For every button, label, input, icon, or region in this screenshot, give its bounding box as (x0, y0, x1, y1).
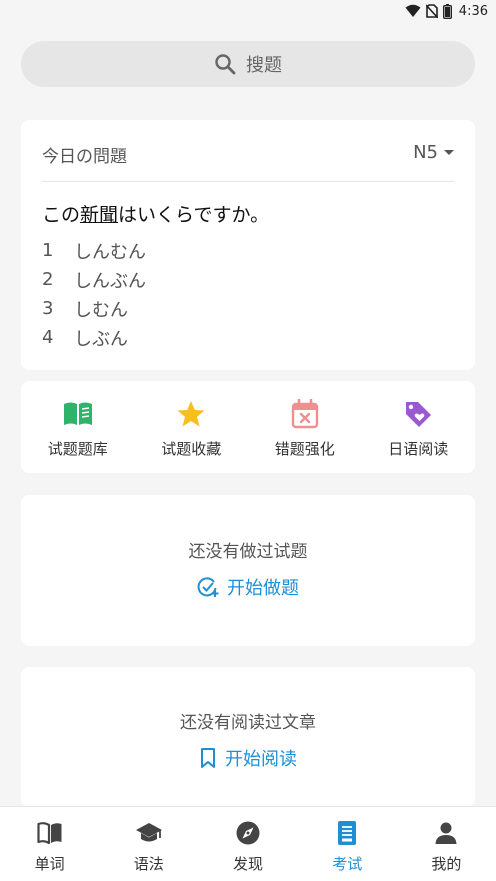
option-number: 1 (42, 240, 54, 261)
option-text: しぶん (74, 328, 128, 350)
nav-label: 发现 (233, 855, 264, 873)
exam-document-icon (338, 821, 357, 845)
start-reading-button[interactable]: 开始阅读 (199, 745, 297, 771)
battery-icon (442, 3, 452, 19)
reading-history-card: 还没有阅读过文章 开始阅读 (21, 667, 475, 807)
start-reading-label: 开始阅读 (225, 749, 297, 770)
nav-label: 语法 (133, 855, 164, 873)
nav-exam[interactable]: 考试 (298, 807, 397, 881)
open-book-icon (63, 402, 92, 425)
shortcut-label: 日语阅读 (388, 440, 449, 458)
answer-option-3[interactable]: 3 しむん (42, 294, 146, 323)
start-practice-button[interactable]: 开始做题 (197, 574, 299, 600)
option-text: しむん (74, 299, 128, 321)
question-header: 今日の問題 N5 (42, 142, 454, 182)
practice-empty-message: 还没有做过试题 (188, 542, 308, 562)
sentence-before: この (42, 204, 81, 226)
option-text: しんむん (74, 241, 146, 263)
reading-empty-message: 还没有阅读过文章 (180, 713, 316, 733)
daily-question-card: 今日の問題 N5 この新聞はいくらですか。 1 しんむん 2 しんぶん 3 しむ… (21, 120, 475, 370)
tag-heart-icon (406, 402, 432, 427)
bottom-navigation: 单词 语法 发现 考试 我的 (0, 806, 496, 881)
level-dropdown[interactable]: N5 (413, 142, 454, 163)
answer-option-4[interactable]: 4 しぶん (42, 323, 146, 352)
nav-vocabulary[interactable]: 单词 (0, 807, 99, 881)
question-sentence: この新聞はいくらですか。 (42, 200, 269, 227)
search-label: 搜题 (246, 55, 282, 76)
option-number: 4 (42, 327, 54, 348)
option-number: 2 (42, 269, 54, 290)
sentence-underlined-word: 新聞 (80, 204, 119, 226)
bookmark-icon (201, 748, 215, 768)
answer-options: 1 しんむん 2 しんぶん 3 しむん 4 しぶん (42, 236, 146, 352)
shortcut-label: 试题题库 (47, 440, 108, 458)
search-bar[interactable]: 搜题 (21, 41, 475, 87)
shortcut-question-bank[interactable]: 试题题库 (21, 381, 135, 473)
question-header-title: 今日の問題 (42, 147, 127, 167)
level-value: N5 (413, 142, 438, 163)
start-practice-label: 开始做题 (227, 578, 299, 599)
dropdown-caret-icon (444, 150, 454, 155)
check-circle-add-icon (197, 577, 219, 597)
star-icon (177, 401, 205, 427)
option-text: しんぶん (74, 270, 146, 292)
book-icon (36, 822, 62, 845)
sentence-after: はいくらですか。 (118, 204, 270, 226)
graduation-cap-icon (135, 823, 162, 842)
practice-history-card: 还没有做过试题 开始做题 (21, 495, 475, 646)
nav-discover[interactable]: 发现 (198, 807, 297, 881)
nav-profile[interactable]: 我的 (397, 807, 496, 881)
nav-label: 单词 (34, 855, 65, 873)
nav-label: 考试 (332, 855, 363, 873)
option-number: 3 (42, 298, 54, 319)
answer-option-1[interactable]: 1 しんむん (42, 236, 146, 265)
search-icon (215, 54, 236, 75)
shortcut-japanese-reading[interactable]: 日语阅读 (362, 381, 476, 473)
answer-option-2[interactable]: 2 しんぶん (42, 265, 146, 294)
nav-label: 我的 (431, 855, 462, 873)
shortcut-grid: 试题题库 试题收藏 错题强化 日语阅读 (21, 381, 475, 473)
shortcut-mistakes[interactable]: 错题强化 (248, 381, 362, 473)
wifi-icon (405, 4, 421, 17)
shortcut-favorites[interactable]: 试题收藏 (135, 381, 249, 473)
person-icon (435, 822, 457, 844)
compass-icon (236, 821, 260, 845)
nav-grammar[interactable]: 语法 (99, 807, 198, 881)
status-time: 4:36 (458, 3, 488, 19)
shortcut-label: 试题收藏 (161, 440, 222, 458)
calendar-x-icon (291, 399, 318, 429)
status-bar: 4:36 (0, 0, 496, 22)
shortcut-label: 错题强化 (274, 440, 335, 458)
no-sim-icon (425, 4, 438, 18)
